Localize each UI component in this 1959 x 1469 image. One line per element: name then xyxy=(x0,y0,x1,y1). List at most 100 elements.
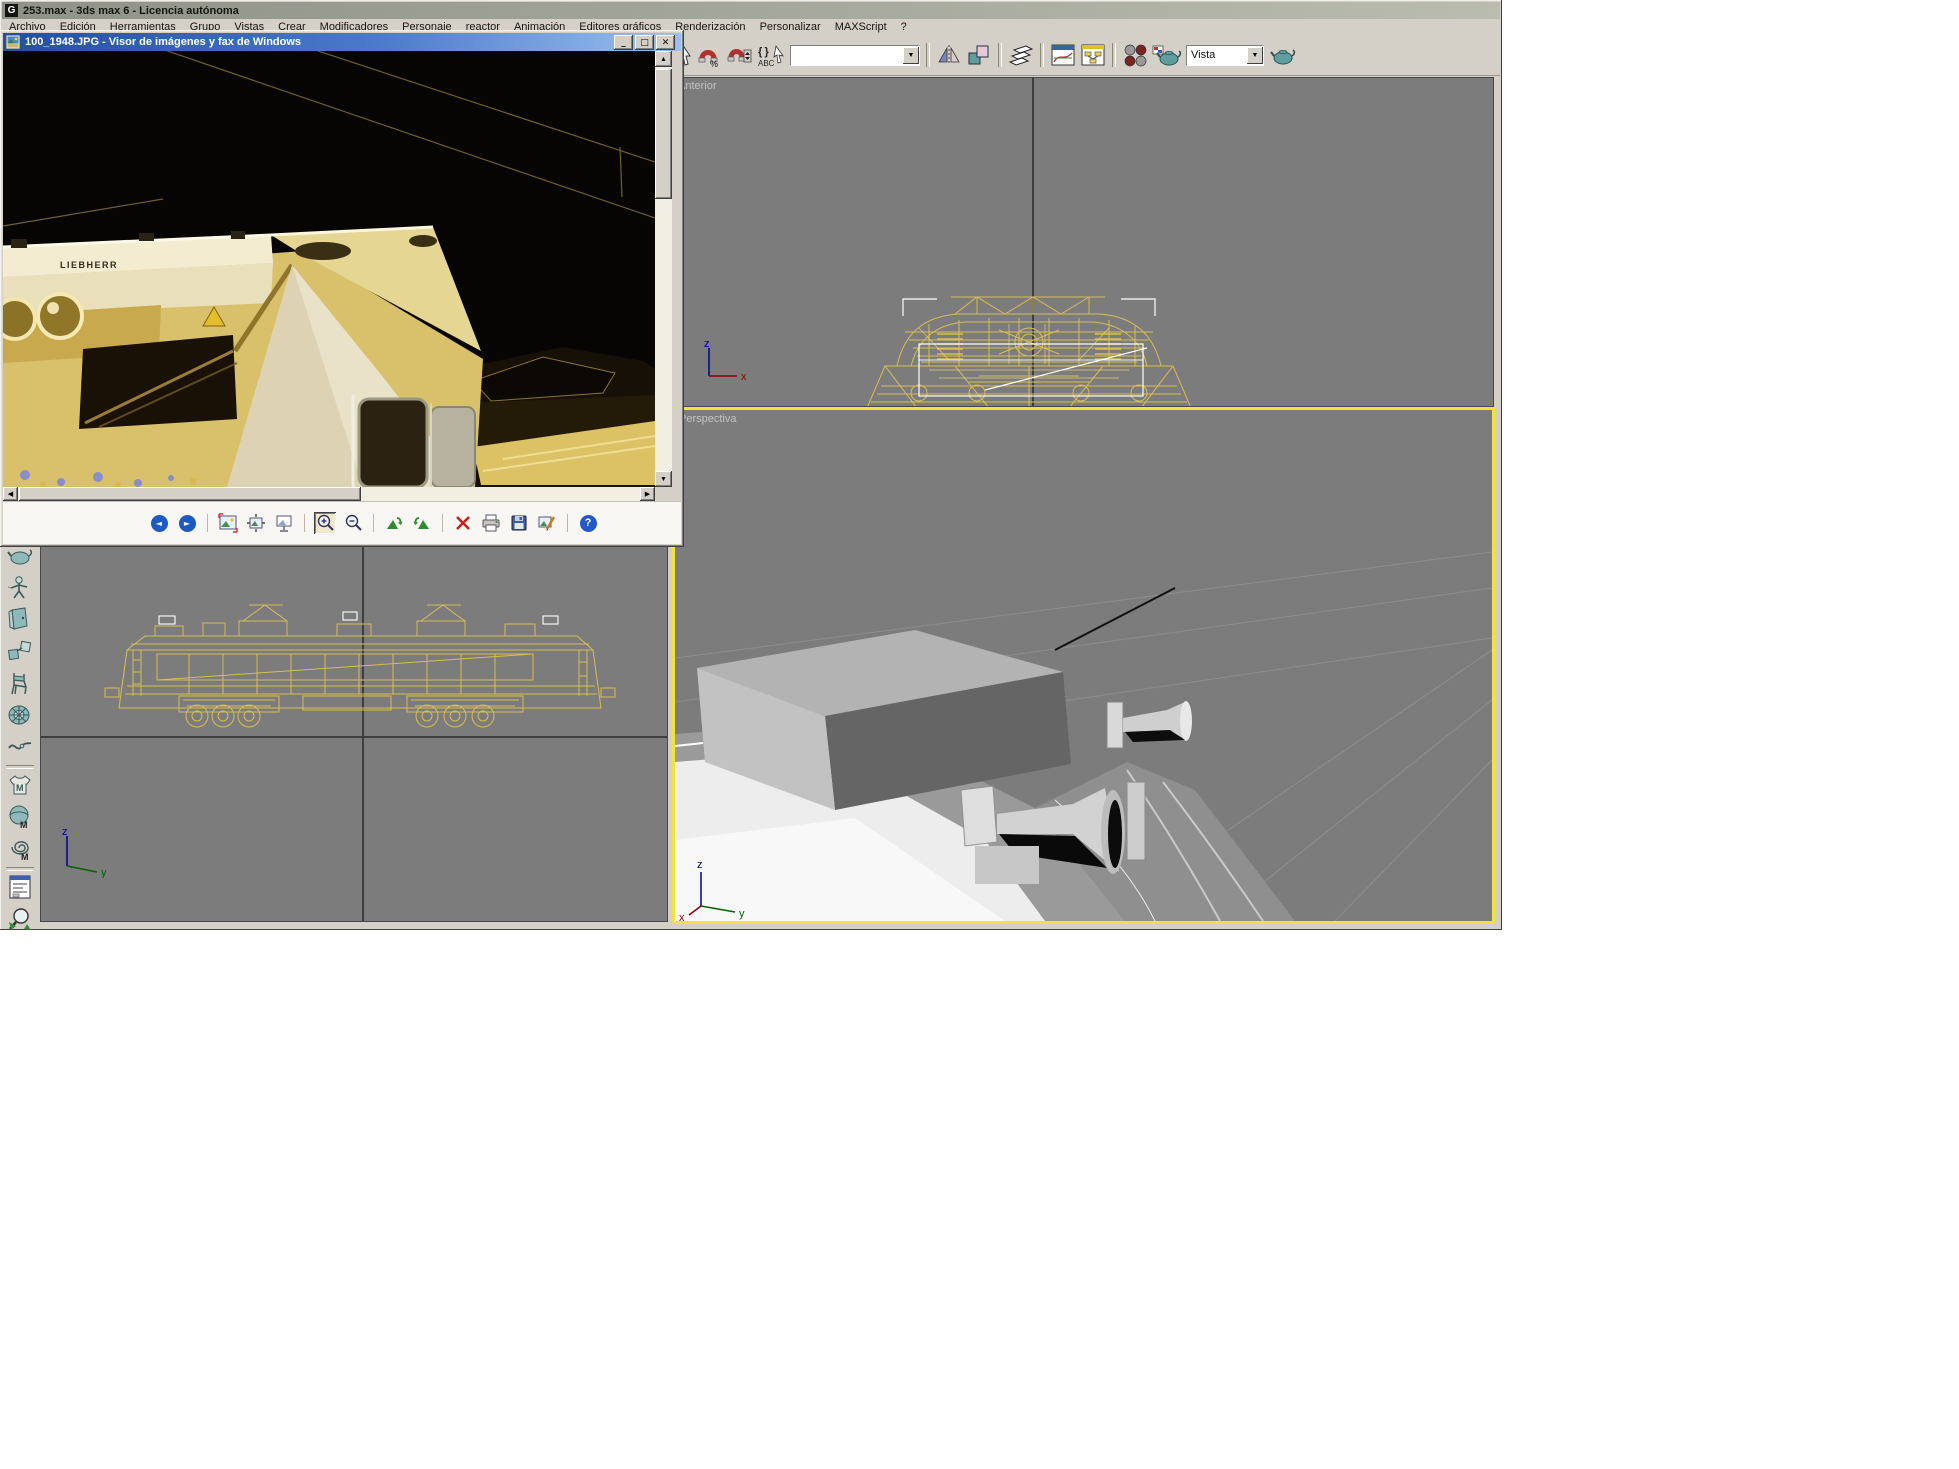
spiral-material-icon[interactable]: M xyxy=(6,835,34,863)
viewer-toolbar: ◄ ► xyxy=(3,501,681,544)
viewport-perspective-label[interactable]: Perspectiva xyxy=(679,413,736,425)
svg-text:M: M xyxy=(16,783,24,793)
axis-tripod: z y xyxy=(53,828,117,878)
rotate-counterclockwise-button[interactable] xyxy=(383,512,405,534)
quick-render-teapot-icon[interactable] xyxy=(1268,42,1298,68)
scroll-up-icon[interactable]: ▲ xyxy=(655,51,672,67)
max-window-title: 253.max - 3ds max 6 - Licencia autónoma xyxy=(23,5,239,17)
horizontal-scrollbar[interactable]: ◀ ▶ xyxy=(3,487,655,501)
next-image-button[interactable]: ► xyxy=(176,512,198,534)
mirror-icon[interactable] xyxy=(936,42,962,68)
toolbar-separator xyxy=(926,43,930,67)
chair-icon[interactable] xyxy=(6,669,34,697)
viewport-perspective[interactable]: Perspectiva xyxy=(672,407,1495,924)
toolbar-separator xyxy=(1112,43,1116,67)
maximize-button[interactable]: □ xyxy=(635,35,654,50)
close-button[interactable]: ✕ xyxy=(656,35,675,50)
align-icon[interactable] xyxy=(966,42,992,68)
toolbar-separator xyxy=(567,514,568,532)
viewer-window: 100_1948.JPG - Visor de imágenes y fax d… xyxy=(0,30,684,547)
zoom-region-icon[interactable] xyxy=(6,905,34,933)
viewer-window-title: 100_1948.JPG - Visor de imágenes y fax d… xyxy=(25,36,301,48)
wheel-icon[interactable] xyxy=(6,701,34,729)
layer-stack-icon[interactable] xyxy=(1008,42,1034,68)
side-toolbar-separator xyxy=(6,765,34,769)
locomotive-night-photo: LIEBHERR xyxy=(3,51,655,487)
horizontal-scroll-thumb[interactable] xyxy=(19,487,361,501)
vertical-scrollbar[interactable]: ▲ ▼ xyxy=(655,51,672,487)
axis-y-label: y xyxy=(101,867,107,878)
print-button[interactable] xyxy=(480,512,502,534)
viewer-app-icon xyxy=(6,35,20,49)
axis-tripod: z x xyxy=(693,340,763,386)
scroll-down-icon[interactable]: ▼ xyxy=(655,471,672,487)
toolbar-separator xyxy=(998,43,1002,67)
headlight xyxy=(38,294,82,338)
side-toolbar-separator xyxy=(6,867,34,871)
spinner-snap-magnet-icon[interactable] xyxy=(726,42,752,68)
axis-x-label: x xyxy=(679,912,685,921)
toolbar-separator xyxy=(373,514,374,532)
menu-ayuda[interactable]: ? xyxy=(894,20,914,34)
render-scene-teapot-icon[interactable] xyxy=(1152,42,1182,68)
dropdown-arrow-icon[interactable]: ▼ xyxy=(1247,47,1263,64)
linked-objects-icon[interactable] xyxy=(6,637,34,665)
best-fit-button[interactable] xyxy=(217,512,239,534)
percent-snap-magnet-icon[interactable]: % xyxy=(696,42,722,68)
svg-text:ABC: ABC xyxy=(758,59,775,68)
headlight xyxy=(3,299,35,339)
help-button[interactable]: ? xyxy=(577,512,599,534)
wireframe-front-view xyxy=(859,290,1199,407)
start-slideshow-button[interactable] xyxy=(273,512,295,534)
zoom-in-button[interactable] xyxy=(314,512,336,534)
viewer-titlebar[interactable]: 100_1948.JPG - Visor de imágenes y fax d… xyxy=(3,33,681,51)
svg-text:{ }: { } xyxy=(758,46,769,58)
wireframe-side-view xyxy=(91,596,631,746)
rollout-panel-icon[interactable] xyxy=(6,873,34,901)
zoom-out-button[interactable] xyxy=(342,512,364,534)
shaded-model-view: z y x xyxy=(675,410,1492,921)
svg-text:M: M xyxy=(21,852,29,862)
actual-size-button[interactable] xyxy=(245,512,267,534)
max-titlebar[interactable]: G 253.max - 3ds max 6 - Licencia autónom… xyxy=(2,2,1500,19)
delete-button[interactable] xyxy=(452,512,474,534)
photo-canvas: LIEBHERR xyxy=(3,51,655,487)
toolbar-separator xyxy=(442,514,443,532)
axis-z-label: z xyxy=(62,828,68,838)
render-type-value: Vista xyxy=(1191,49,1215,61)
vertical-scroll-thumb[interactable] xyxy=(655,69,672,199)
schematic-view-icon[interactable] xyxy=(1080,42,1106,68)
shirt-material-icon[interactable]: M xyxy=(6,771,34,799)
scroll-right-icon[interactable]: ▶ xyxy=(640,487,655,501)
axis-z-label: z xyxy=(704,340,710,350)
minimize-button[interactable]: _ xyxy=(614,35,633,50)
edit-button[interactable] xyxy=(536,512,558,534)
material-editor-icon[interactable] xyxy=(1122,42,1148,68)
rotate-clockwise-button[interactable] xyxy=(411,512,433,534)
liebherr-brand-text: LIEBHERR xyxy=(60,260,118,270)
axis-z-label: z xyxy=(697,859,703,871)
render-type-dropdown[interactable]: Vista ▼ xyxy=(1186,45,1264,66)
viewport-front[interactable]: Anterior xyxy=(674,77,1494,407)
svg-text:%: % xyxy=(710,59,718,68)
named-selection-dropdown[interactable]: ▼ xyxy=(790,45,920,66)
toolbar-separator xyxy=(1040,43,1044,67)
edit-named-selections-icon[interactable]: { }ABC xyxy=(756,42,786,68)
dropdown-arrow-icon[interactable]: ▼ xyxy=(903,47,919,64)
toolbar-separator xyxy=(207,514,208,532)
desktop: G 253.max - 3ds max 6 - Licencia autónom… xyxy=(0,0,1959,1469)
menu-maxscript[interactable]: MAXScript xyxy=(828,20,894,34)
toolbar-separator xyxy=(304,514,305,532)
svg-text:M: M xyxy=(20,820,28,830)
ball-material-icon[interactable]: M xyxy=(6,803,34,831)
menu-personalizar[interactable]: Personalizar xyxy=(753,20,828,34)
curve-editor-icon[interactable] xyxy=(1050,42,1076,68)
curve-icon[interactable] xyxy=(6,733,34,761)
door-icon[interactable] xyxy=(6,605,34,633)
character-icon[interactable] xyxy=(6,573,34,601)
save-copy-button[interactable] xyxy=(508,512,530,534)
previous-image-button[interactable]: ◄ xyxy=(148,512,170,534)
scroll-left-icon[interactable]: ◀ xyxy=(3,487,18,501)
max-app-icon: G xyxy=(5,4,18,17)
cab-door xyxy=(353,395,475,487)
